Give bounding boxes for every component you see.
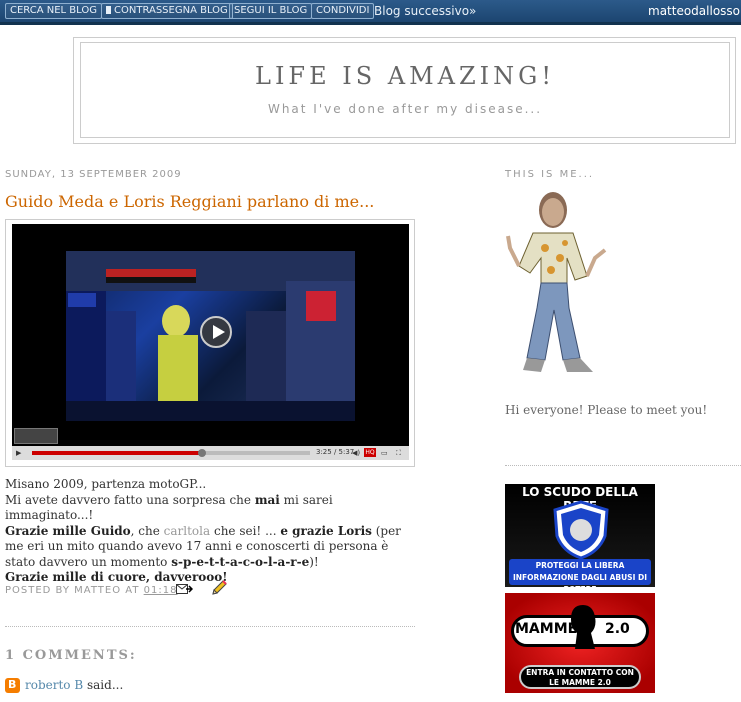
- next-blog-link[interactable]: Blog successivo»: [374, 3, 476, 19]
- post-text: )!: [309, 554, 319, 569]
- post-text: Mi avete davvero fatto una sorpresa che: [5, 492, 255, 507]
- post-divider: [5, 626, 415, 627]
- post-text-bold: s-p-e-t-t-a-c-o-l-a-r-e: [171, 554, 310, 569]
- banner-cta: ENTRA IN CONTATTO CON LE MAMME 2.0: [519, 665, 641, 689]
- search-blog-button[interactable]: CERCA NEL BLOG: [5, 3, 102, 19]
- header-inner-border: [80, 42, 730, 138]
- post-text: , che: [130, 523, 164, 538]
- follow-blog-button[interactable]: SEGUI IL BLOG: [229, 3, 313, 19]
- blog-title[interactable]: LIFE IS AMAZING!: [80, 62, 730, 90]
- share-button[interactable]: CONDIVIDI: [311, 3, 375, 19]
- play-icon[interactable]: [200, 316, 232, 348]
- username-link[interactable]: matteodallosso: [648, 3, 740, 19]
- profile-figure-image: [506, 192, 607, 372]
- flag-icon: [106, 6, 111, 14]
- video-scrubber-handle[interactable]: [197, 449, 206, 457]
- hq-button[interactable]: HQ: [364, 448, 376, 457]
- comment-author-link[interactable]: roberto B: [25, 678, 83, 692]
- video-nav-controls[interactable]: [14, 428, 58, 444]
- video-time: 3:25 / 5:37: [316, 448, 355, 456]
- post-text: Misano 2009, partenza motoGP...: [5, 477, 207, 491]
- email-icon[interactable]: [176, 583, 193, 595]
- mamme-banner[interactable]: MAMME 2.0 ENTRA IN CONTATTO CON LE MAMME…: [505, 593, 655, 693]
- post-text-bold: Grazie mille di cuore, davverooo!: [5, 570, 228, 584]
- comment-said: said...: [83, 678, 124, 692]
- comment-author: roberto B said...: [25, 678, 123, 692]
- post-body: Misano 2009, partenza motoGP... Mi avete…: [5, 477, 415, 586]
- banner-title-right: 2.0: [605, 621, 630, 637]
- post-text: che sei! ...: [210, 523, 281, 538]
- sidebar-title: THIS IS ME...: [505, 169, 595, 180]
- video-progress-fill: [32, 451, 202, 455]
- blog-description: What I've done after my disease...: [267, 102, 543, 116]
- flag-blog-label: CONTRASSEGNA BLOG: [114, 5, 228, 16]
- fullscreen-icon[interactable]: ⛶: [396, 449, 401, 458]
- pencil-icon[interactable]: [210, 579, 228, 597]
- expand-icon[interactable]: ▭: [381, 449, 388, 457]
- flag-blog-button[interactable]: CONTRASSEGNA BLOG: [101, 3, 233, 19]
- post-link[interactable]: carltola: [164, 524, 211, 538]
- post-title[interactable]: Guido Meda e Loris Reggiani parlano di m…: [5, 192, 374, 211]
- post-text-bold: Grazie mille Guido: [5, 523, 131, 538]
- post-text-bold: e grazie Loris: [280, 523, 372, 538]
- volume-icon[interactable]: ◀): [352, 449, 360, 457]
- post-permalink[interactable]: 01:18: [144, 585, 178, 596]
- mother-silhouette-icon: [571, 605, 596, 649]
- play-pause-icon[interactable]: ▶: [16, 449, 21, 457]
- posted-by: POSTED BY MATTEO AT: [5, 585, 140, 596]
- profile-caption: Hi everyone! Please to meet you!: [505, 403, 708, 417]
- shield-icon: [553, 500, 609, 560]
- blogger-icon: [5, 678, 20, 693]
- comments-heading: 1 COMMENTS:: [5, 648, 137, 663]
- post-footer: POSTED BY MATTEO AT 01:18: [5, 585, 177, 596]
- sidebar-divider: [505, 465, 741, 466]
- banner-tagline: PROTEGGI LA LIBERA INFORMAZIONE DAGLI AB…: [509, 559, 651, 587]
- scudo-della-rete-banner[interactable]: LO SCUDO DELLA RETE PROTEGGI LA LIBERA I…: [505, 484, 655, 587]
- post-text-bold: mai: [254, 492, 280, 507]
- post-date: SUNDAY, 13 SEPTEMBER 2009: [5, 169, 182, 180]
